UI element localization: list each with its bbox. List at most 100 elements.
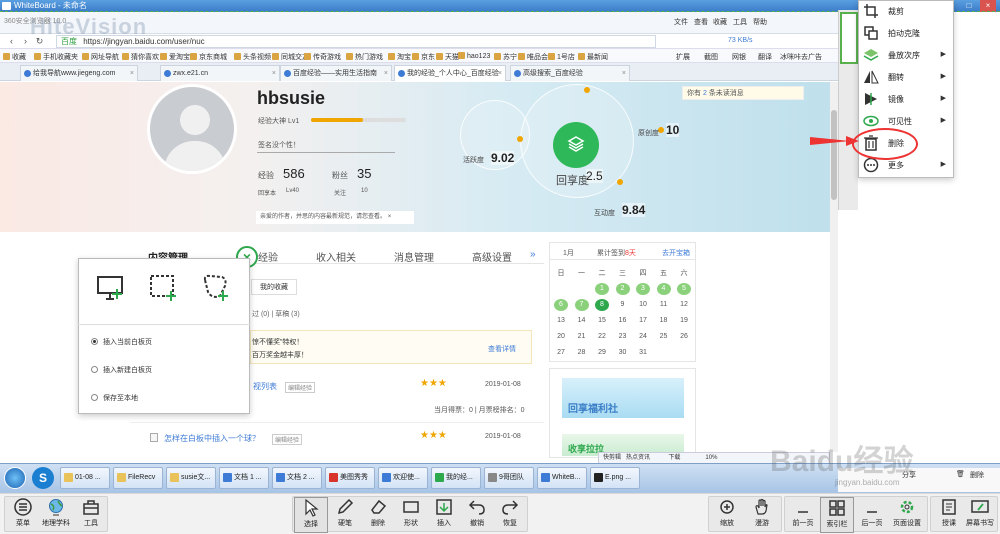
bookmark-item[interactable]: 苏宁 xyxy=(494,52,517,62)
taskbar-item[interactable]: 9哥团队 xyxy=(484,467,534,489)
notice-bar[interactable]: 亲爱的作者，并思的内容最新规范，请您查看。 × xyxy=(256,211,414,224)
tab-messages[interactable]: 消息管理 xyxy=(394,249,434,264)
bookmark-item[interactable]: 爱淘宝 xyxy=(160,52,190,62)
menu-item-mirror[interactable]: 镜像 ▶ xyxy=(858,88,954,110)
screen-write-button[interactable]: 屏幕书写 xyxy=(962,497,998,533)
bookmark-item[interactable]: 京东商城 xyxy=(190,52,227,62)
row-title-link[interactable]: 视列表 xyxy=(253,381,277,392)
calendar-day[interactable]: 3 xyxy=(636,283,650,295)
menu-view[interactable]: 查看 xyxy=(694,17,708,27)
insert-current-page-label[interactable]: 插入当前白板页 xyxy=(103,337,152,347)
calendar-day[interactable]: 18 xyxy=(657,315,671,327)
menu-item-flip[interactable]: 翻转 ▶ xyxy=(858,66,954,88)
calendar-day[interactable]: 11 xyxy=(657,299,671,311)
tab-close-icon[interactable]: × xyxy=(272,66,276,81)
calendar-day[interactable]: 17 xyxy=(636,315,650,327)
row-title-link[interactable]: 怎样在白板中插入一个球？ xyxy=(164,433,260,444)
calendar-day[interactable]: 7 xyxy=(574,299,589,311)
menu-favorites[interactable]: 收藏 xyxy=(713,17,727,27)
calendar-day[interactable]: 15 xyxy=(595,315,609,327)
taskbar-item[interactable]: WhiteB... xyxy=(537,467,587,489)
follow-value[interactable]: 10 xyxy=(361,188,368,194)
bookmark-item[interactable]: 京东 xyxy=(412,52,435,62)
bookmark-item[interactable]: 唯品会 xyxy=(518,52,548,62)
tab-advanced[interactable]: 高级设置 xyxy=(472,249,512,264)
menu-file[interactable]: 文件 xyxy=(674,17,688,27)
open-treasure-link[interactable]: 去开宝箱 xyxy=(662,248,690,258)
calendar-day[interactable]: 14 xyxy=(575,315,589,327)
delete-button[interactable]: 删除 xyxy=(970,470,984,480)
tab-income[interactable]: 收入相关 xyxy=(316,249,356,264)
quick-launch-icon[interactable]: S xyxy=(32,467,54,489)
insert-new-page-radio[interactable] xyxy=(91,366,98,373)
tab-close-icon[interactable]: × xyxy=(622,66,626,81)
bookmark-item[interactable]: 最新闻 xyxy=(578,52,608,62)
tab-close-icon[interactable]: × xyxy=(130,66,134,81)
bookmark-item[interactable]: 1号店 xyxy=(548,52,575,62)
prev-page-button[interactable]: 前一页 xyxy=(786,497,820,533)
screenshot-button[interactable]: 截图 xyxy=(704,52,718,62)
taskbar-item[interactable]: 欢迎使... xyxy=(378,467,428,489)
rect-capture-icon[interactable] xyxy=(148,272,180,304)
menu-help[interactable]: 帮助 xyxy=(753,17,767,27)
teach-button[interactable]: 授课 xyxy=(932,497,966,533)
bookmark-item[interactable]: 收藏 xyxy=(3,52,26,62)
calendar-day[interactable]: 28 xyxy=(575,347,589,359)
pen-tool-button[interactable]: 硬笔 xyxy=(328,497,362,533)
save-local-label[interactable]: 保存至本地 xyxy=(103,393,138,403)
edit-experience-button[interactable]: 编辑经验 xyxy=(272,434,303,445)
menu-tools[interactable]: 工具 xyxy=(733,17,747,27)
edit-experience-button[interactable]: 编辑经验 xyxy=(285,382,316,393)
calendar-day[interactable]: 6 xyxy=(554,299,568,311)
pan-button[interactable]: 漫游 xyxy=(745,497,779,533)
extensions-button[interactable]: 扩展 xyxy=(676,52,690,62)
start-button[interactable] xyxy=(4,467,26,489)
taskbar-item[interactable]: 美图秀秀 xyxy=(325,467,375,489)
calendar-day[interactable]: 31 xyxy=(636,347,650,359)
more-tabs-icon[interactable]: » xyxy=(530,249,536,260)
calendar-day[interactable]: 12 xyxy=(677,299,691,311)
insert-current-page-radio[interactable] xyxy=(91,338,98,345)
page-settings-button[interactable]: 页面设置 xyxy=(888,497,926,533)
fullscreen-capture-icon[interactable] xyxy=(95,272,127,304)
promo-details-link[interactable]: 查看详情 xyxy=(488,344,516,354)
taskbar-item[interactable]: 文档 2 ... xyxy=(272,467,322,489)
zoom-button[interactable]: 缩放 xyxy=(710,497,744,533)
menu-item-clone[interactable]: 拍动克隆 xyxy=(858,22,954,44)
browser-tab[interactable]: 百度经验——实用生活指南 × xyxy=(280,65,392,81)
avatar[interactable] xyxy=(147,84,237,174)
calendar-day[interactable]: 8 xyxy=(595,299,609,311)
calendar-day[interactable]: 4 xyxy=(656,283,671,295)
menu-item-layer-order[interactable]: 叠放次序 ▶ xyxy=(858,44,954,66)
bookmark-item[interactable]: 网址导航 xyxy=(82,52,119,62)
bookmark-item[interactable]: 头条视频 xyxy=(234,52,271,62)
calendar-day[interactable]: 13 xyxy=(554,315,568,327)
calendar-day[interactable]: 5 xyxy=(677,283,691,295)
redo-button[interactable]: 恢复 xyxy=(493,497,527,533)
calendar-day[interactable]: 10 xyxy=(636,299,650,311)
ad-banner[interactable]: 回享福利社 xyxy=(562,378,684,418)
taskbar-item[interactable]: susie文... xyxy=(166,467,216,489)
browser-tab-active[interactable]: 我的经验_个人中心_百度经验 × xyxy=(394,65,506,81)
calendar-day[interactable]: 30 xyxy=(616,347,630,359)
back-icon[interactable]: ‹ xyxy=(6,36,17,47)
refresh-icon[interactable]: ↻ xyxy=(34,36,45,47)
tab-experience[interactable]: 经验 xyxy=(258,249,278,264)
calendar-day[interactable]: 1 xyxy=(595,283,609,295)
taskbar-item[interactable]: 我的经... xyxy=(431,467,481,489)
fans-value[interactable]: 35 xyxy=(357,166,371,181)
calendar-day[interactable]: 25 xyxy=(657,331,671,343)
tools-button[interactable]: 工具 xyxy=(74,497,108,533)
taskbar-item[interactable]: 01-08 ... xyxy=(60,467,110,489)
adblock-button[interactable]: 冰咪咔去广告 xyxy=(780,52,822,62)
bookmark-item[interactable]: hao123 xyxy=(458,52,490,60)
tab-close-icon[interactable]: × xyxy=(498,66,502,81)
insert-new-page-label[interactable]: 插入新建白板页 xyxy=(103,365,152,375)
eraser-tool-button[interactable]: 删除 xyxy=(361,497,395,533)
index-panel-button[interactable]: 索引栏 xyxy=(820,497,854,533)
scrollbar-thumb[interactable] xyxy=(831,110,837,200)
bookmark-item[interactable]: 手机收藏夹 xyxy=(34,52,78,62)
calendar-day[interactable]: 2 xyxy=(615,283,630,295)
tab-favorites[interactable]: 我的收藏 xyxy=(251,279,297,295)
bookmark-item[interactable]: 猜你喜欢 xyxy=(122,52,159,62)
